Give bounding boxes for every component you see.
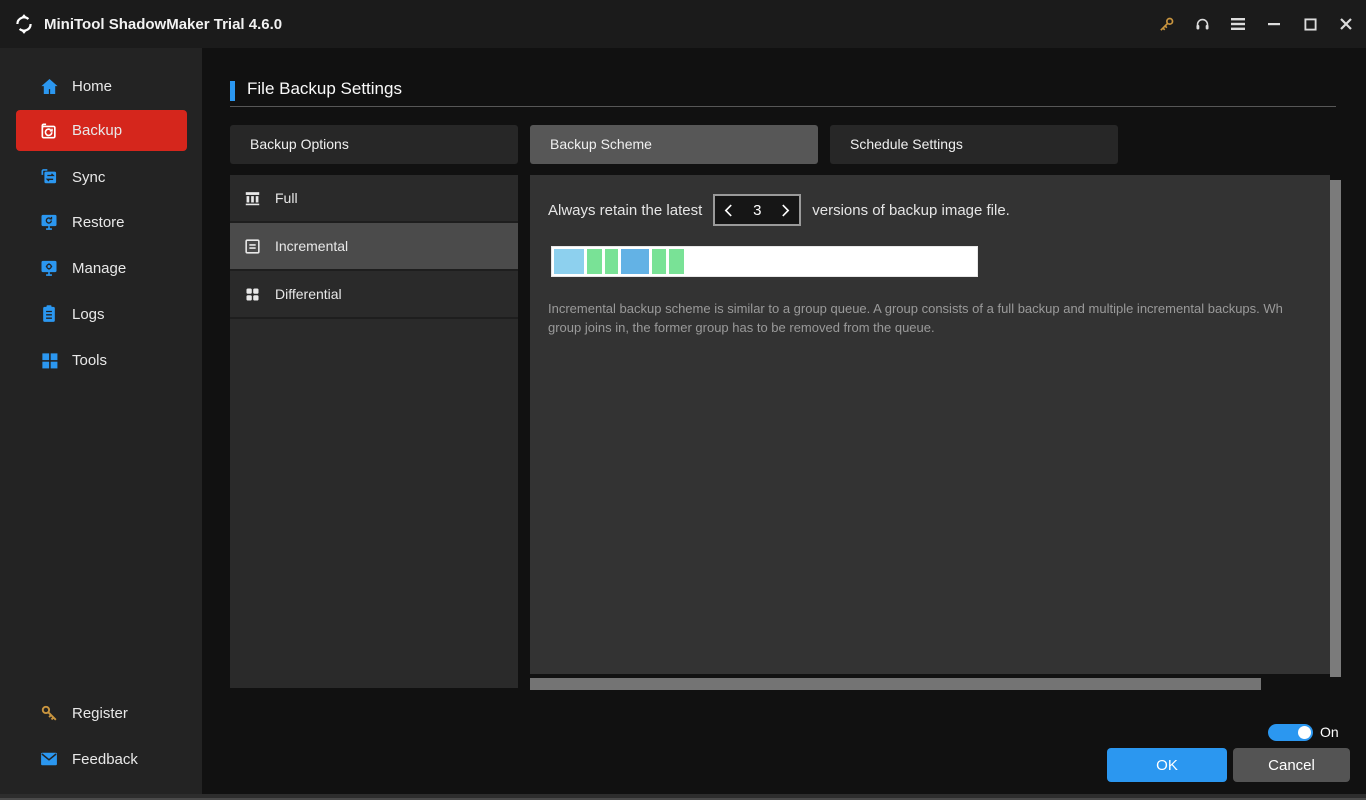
retain-setting-row: Always retain the latest 3 versions of b… — [548, 194, 1010, 226]
scheme-item-differential[interactable]: Differential — [230, 271, 518, 319]
backup-icon — [38, 120, 60, 142]
scheme-description-line2: group joins in, the former group has to … — [548, 318, 1330, 337]
sidebar-item-logs[interactable]: Logs — [0, 294, 202, 334]
page-title: File Backup Settings — [247, 79, 402, 99]
home-icon — [38, 75, 60, 97]
titlebar: MiniTool ShadowMaker Trial 4.6.0 — [0, 0, 1366, 48]
differential-backup-icon — [242, 284, 262, 304]
sidebar-item-label: Tools — [72, 352, 107, 369]
titlebar-controls — [1148, 0, 1366, 48]
mail-icon — [38, 748, 60, 770]
manage-icon — [38, 257, 60, 279]
close-button[interactable] — [1328, 0, 1364, 48]
incremental-backup-icon — [242, 236, 262, 256]
sidebar-item-backup[interactable]: Backup — [16, 110, 187, 151]
increase-count-button[interactable] — [772, 196, 799, 224]
scheme-item-label: Full — [275, 190, 298, 206]
scheme-item-incremental[interactable]: Incremental — [230, 223, 518, 271]
sidebar-item-feedback[interactable]: Feedback — [0, 739, 202, 779]
retention-bar — [551, 246, 978, 277]
sidebar-item-label: Feedback — [72, 751, 138, 768]
retention-bar-segment — [605, 249, 618, 274]
sidebar-item-label: Home — [72, 78, 112, 95]
retain-count-stepper: 3 — [713, 194, 801, 226]
tools-icon — [38, 349, 60, 371]
tab-backup-options[interactable]: Backup Options — [230, 125, 518, 164]
window-bottom-edge — [0, 794, 1366, 800]
retention-bar-segment — [652, 249, 666, 274]
menu-icon[interactable] — [1220, 0, 1256, 48]
restore-icon — [38, 211, 60, 233]
maximize-button[interactable] — [1292, 0, 1328, 48]
horizontal-scrollbar[interactable] — [530, 678, 1261, 690]
scheme-type-menu: Full Incremental Differential — [230, 175, 518, 688]
decrease-count-button[interactable] — [715, 196, 742, 224]
retain-label-prefix: Always retain the latest — [548, 202, 702, 219]
minimize-button[interactable] — [1256, 0, 1292, 48]
header-divider — [230, 106, 1336, 107]
scheme-toggle[interactable] — [1268, 724, 1313, 741]
app-window: MiniTool ShadowMaker Trial 4.6.0 — [0, 0, 1366, 800]
sidebar-item-restore[interactable]: Restore — [0, 202, 202, 242]
sidebar-item-label: Manage — [72, 260, 126, 277]
retention-bar-segment — [669, 249, 684, 274]
sidebar-item-sync[interactable]: Sync — [0, 157, 202, 197]
scheme-item-label: Incremental — [275, 238, 348, 254]
sidebar-item-home[interactable]: Home — [0, 66, 202, 106]
sidebar: Home Backup Sync — [0, 48, 202, 800]
sidebar-item-label: Register — [72, 705, 128, 722]
logs-icon — [38, 303, 60, 325]
key-icon — [38, 702, 60, 724]
full-backup-icon — [242, 188, 262, 208]
tab-schedule-settings[interactable]: Schedule Settings — [830, 125, 1118, 164]
retention-bar-segment — [554, 249, 584, 274]
scheme-description: Incremental backup scheme is similar to … — [548, 299, 1330, 337]
scheme-item-label: Differential — [275, 286, 342, 302]
retain-label-suffix: versions of backup image file. — [812, 202, 1010, 219]
sidebar-item-label: Restore — [72, 214, 125, 231]
sync-icon — [38, 166, 60, 188]
sidebar-item-manage[interactable]: Manage — [0, 248, 202, 288]
tab-backup-scheme[interactable]: Backup Scheme — [530, 125, 818, 164]
retain-count-value: 3 — [742, 202, 772, 219]
sidebar-item-label: Sync — [72, 169, 105, 186]
sidebar-item-register[interactable]: Register — [0, 693, 202, 733]
vertical-scrollbar[interactable] — [1330, 180, 1341, 677]
window-title: MiniTool ShadowMaker Trial 4.6.0 — [44, 16, 282, 33]
retention-bar-segment — [621, 249, 649, 274]
toggle-knob — [1298, 726, 1311, 739]
backup-scheme-panel: Always retain the latest 3 versions of b… — [530, 175, 1330, 674]
cancel-button[interactable]: Cancel — [1233, 748, 1350, 782]
app-logo-icon — [12, 12, 36, 36]
sidebar-item-tools[interactable]: Tools — [0, 340, 202, 380]
ok-button[interactable]: OK — [1107, 748, 1227, 782]
retention-bar-segment — [587, 249, 602, 274]
support-headset-icon[interactable] — [1184, 0, 1220, 48]
scheme-description-line1: Incremental backup scheme is similar to … — [548, 299, 1330, 318]
page-title-accent — [230, 81, 235, 101]
sidebar-item-label: Backup — [72, 122, 122, 139]
license-key-icon[interactable] — [1148, 0, 1184, 48]
scheme-item-full[interactable]: Full — [230, 175, 518, 223]
toggle-state-label: On — [1320, 724, 1339, 741]
sidebar-item-label: Logs — [72, 306, 105, 323]
